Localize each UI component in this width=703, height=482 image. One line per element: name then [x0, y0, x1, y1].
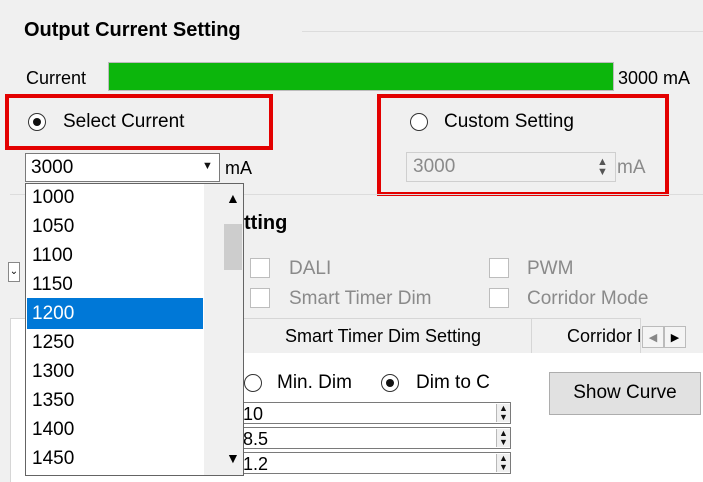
output-current-title: Output Current Setting — [24, 19, 241, 41]
dim-time-value: 8.5 — [243, 429, 269, 449]
select-unit: mA — [225, 158, 252, 178]
dropdown-item[interactable]: 1200 — [27, 298, 203, 329]
min-dim-radio[interactable] — [244, 374, 262, 392]
dropdown-scrollbar[interactable]: ▲ ▼ — [204, 184, 243, 475]
dropdown-item[interactable]: 1450 — [27, 443, 203, 474]
show-curve-button[interactable]: Show Curve — [549, 372, 701, 415]
fade-time-value: 1.2 — [243, 454, 269, 474]
spin-arrows-icon[interactable]: ▲ ▼ — [496, 404, 510, 422]
dropdown-item[interactable]: 1250 — [27, 327, 203, 358]
dim-to-label[interactable]: Dim to C — [416, 372, 490, 394]
dim-to-radio[interactable] — [381, 374, 399, 392]
current-progress-fill — [109, 63, 613, 90]
spin-arrows-icon[interactable]: ▲ ▼ — [496, 454, 510, 472]
dropdown-item[interactable]: 1050 — [27, 211, 203, 242]
tab-scroll-right-icon[interactable]: ▶ — [664, 326, 686, 348]
current-combobox[interactable]: 3000 ▼ — [25, 153, 220, 182]
dropdown-item[interactable]: 1000 — [27, 184, 203, 213]
min-dim-label[interactable]: Min. Dim — [277, 372, 352, 394]
select-current-highlight — [5, 94, 273, 150]
corridor-mode-label: Corridor Mode — [527, 288, 649, 309]
current-progress-bar — [108, 62, 614, 91]
dim-time-spinner[interactable]: 8.5 ▲ ▼ — [240, 427, 511, 449]
dropdown-item[interactable]: 1150 — [27, 269, 203, 300]
dropdown-item[interactable]: 1400 — [27, 414, 203, 445]
smart-timer-dim-checkbox — [250, 288, 270, 308]
corridor-mode-checkbox — [489, 288, 509, 308]
current-label: Current — [26, 68, 87, 88]
group-divider — [302, 31, 703, 32]
current-value-text: 3000 mA — [618, 68, 691, 88]
dali-label: DALI — [289, 258, 332, 279]
scroll-down-icon[interactable]: ▼ — [226, 450, 240, 466]
combobox-value: 3000 — [31, 157, 74, 178]
dim-level-value: 10 — [243, 404, 264, 424]
spin-arrows-icon[interactable]: ▲ ▼ — [496, 429, 510, 447]
smart-timer-dim-label: Smart Timer Dim — [289, 288, 432, 309]
tab-corridor-mode[interactable]: Corridor M — [531, 318, 641, 354]
custom-setting-highlight — [377, 94, 669, 196]
dali-checkbox — [250, 258, 270, 278]
tab-smart-timer-dim-setting[interactable]: Smart Timer Dim Setting — [234, 318, 532, 354]
chevron-down-icon[interactable]: ▼ — [202, 160, 213, 172]
dim-level-spinner[interactable]: 10 ▲ ▼ — [240, 402, 511, 424]
pwm-label: PWM — [527, 258, 574, 279]
dropdown-item[interactable]: 1100 — [27, 240, 203, 271]
tab-scroll-left-icon[interactable]: ◀ — [642, 326, 664, 348]
scrollbar-thumb[interactable] — [224, 224, 242, 270]
scroll-up-icon[interactable]: ▲ — [226, 190, 240, 206]
dim-section-title: tting — [244, 212, 288, 234]
dropdown-item[interactable]: 1350 — [27, 385, 203, 416]
fade-time-spinner[interactable]: 1.2 ▲ ▼ — [240, 452, 511, 474]
dropdown-item[interactable]: 1300 — [27, 356, 203, 387]
current-dropdown-list[interactable]: 1450 1400 1350 1300 1250 1200 1150 1100 1050 1000… — [25, 183, 244, 476]
pwm-checkbox — [489, 258, 509, 278]
collapse-icon[interactable]: ⌄ — [8, 262, 20, 282]
